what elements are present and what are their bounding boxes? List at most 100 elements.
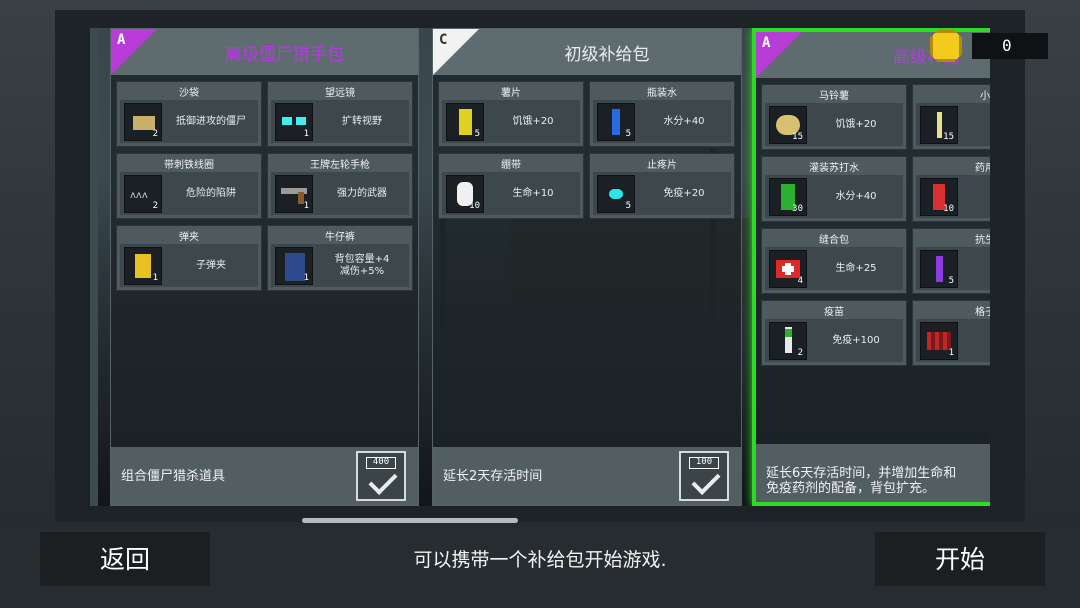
pack-item: 抗生 5 免 [912, 228, 990, 294]
antibiotic-icon: 5 [920, 250, 958, 288]
pack-footer: 组合僵尸猎杀道具 400 [111, 447, 418, 505]
pack-item: 弹夹 1 子弹夹 [116, 225, 262, 291]
pack-item: 止疼片 5 免疫+20 [589, 153, 735, 219]
pack-card-zombie-hunter[interactable]: A 高级僵尸猎手包 沙袋 2 抵御进攻的僵尸 望远镜 1 扩转视野 带刺铁线圈 … [110, 28, 419, 506]
item-name: 带刺铁线圈 [164, 160, 214, 171]
pack-card-basic-supply[interactable]: C 初级补给包 薯片 5 饥饿+20 瓶装水 5 水分+40 绷带 10 生命+… [432, 28, 742, 506]
pack-card-advanced-supply[interactable]: A 高级补给 马铃薯 15 饥饿+20 小 15 饥 灌装苏打水 [752, 28, 990, 506]
pack-item: 药用 10 生 [912, 156, 990, 222]
item-name: 沙袋 [179, 88, 199, 99]
checkmark-icon [691, 466, 721, 495]
item-count: 30 [792, 204, 803, 214]
previous-pack-edge[interactable] [90, 28, 98, 506]
item-desc: 危险的陷阱 [186, 187, 236, 199]
item-name: 药用 [975, 163, 990, 174]
item-count: 2 [152, 201, 158, 211]
bandage-icon: 10 [446, 175, 484, 213]
item-count: 15 [792, 132, 803, 142]
pack-price: 100 [695, 457, 713, 467]
item-desc: 生命+10 [512, 187, 554, 199]
pack-price: 400 [372, 457, 390, 467]
item-count: 2 [797, 348, 803, 358]
rank-letter: C [439, 32, 448, 48]
pack-footer: 延长6天存活时间，并增加生命和 免疫药剂的配备，背包扩充。 [756, 444, 990, 502]
item-name: 疫苗 [824, 307, 844, 318]
pack-item: 马铃薯 15 饥饿+20 [761, 84, 907, 150]
ammo-clip-icon: 1 [124, 247, 162, 285]
pack-item: 沙袋 2 抵御进攻的僵尸 [116, 81, 262, 147]
item-desc: 饥 [962, 103, 990, 146]
pack-item: 瓶装水 5 水分+40 [589, 81, 735, 147]
pack-carousel[interactable]: A 高级僵尸猎手包 沙袋 2 抵御进攻的僵尸 望远镜 1 扩转视野 带刺铁线圈 … [90, 28, 990, 506]
item-desc: 水分+40 [663, 115, 705, 127]
barbed-wire-icon: ʌʌʌ 2 [124, 175, 162, 213]
start-button-label: 开始 [934, 545, 985, 574]
jeans-icon: 1 [275, 247, 313, 285]
painkiller-icon: 5 [597, 175, 635, 213]
back-button[interactable]: 返回 [40, 532, 210, 586]
potato-icon: 15 [769, 106, 807, 144]
pack-footer: 延长2天存活时间 100 [433, 447, 741, 505]
pack-header: A 高级僵尸猎手包 [111, 29, 418, 75]
item-name: 望远镜 [325, 88, 355, 99]
pack-description: 组合僵尸猎杀道具 [121, 469, 226, 484]
item-desc: 背包容量+4 减伤+5% [334, 253, 390, 277]
pack-item: 绷带 10 生命+10 [438, 153, 584, 219]
select-pack-button[interactable]: 100 [679, 451, 729, 501]
item-count: 1 [303, 129, 309, 139]
item-count: 15 [943, 132, 954, 142]
first-aid-kit-icon: 4 [769, 250, 807, 288]
hint-text: 可以携带一个补给包开始游戏. [413, 549, 667, 571]
item-count: 1 [303, 273, 309, 283]
pack-item: 小 15 饥 [912, 84, 990, 150]
pack-item: 缝合包 4 生命+25 [761, 228, 907, 294]
pack-header: C 初级补给包 [433, 29, 741, 75]
item-count: 1 [303, 201, 309, 211]
item-name: 止疼片 [647, 160, 677, 171]
checkmark-icon [368, 466, 398, 495]
item-count: 5 [625, 201, 631, 211]
item-desc: 免 [962, 247, 990, 290]
select-pack-button[interactable]: 400 [356, 451, 406, 501]
item-count: 5 [474, 129, 480, 139]
item-name: 弹夹 [179, 232, 199, 243]
item-count: 1 [948, 348, 954, 358]
item-desc: 生 [962, 175, 990, 218]
pack-item: 带刺铁线圈 ʌʌʌ 2 危险的陷阱 [116, 153, 262, 219]
item-count: 5 [948, 276, 954, 286]
pack-item: 格子 1 背 减 [912, 300, 990, 366]
item-desc: 扩转视野 [342, 115, 382, 127]
coin-icon [930, 30, 962, 62]
pack-title: 初级补给包 [564, 45, 650, 65]
item-desc: 水分+40 [835, 190, 877, 202]
pack-item: 王牌左轮手枪 1 强力的武器 [267, 153, 413, 219]
start-button[interactable]: 开始 [875, 532, 1045, 586]
item-desc: 免疫+20 [663, 187, 705, 199]
item-desc: 饥饿+20 [835, 118, 877, 130]
chips-icon: 5 [446, 103, 484, 141]
pack-item: 灌装苏打水 30 水分+40 [761, 156, 907, 222]
item-count: 10 [469, 201, 480, 211]
item-name: 薯片 [501, 88, 521, 99]
back-button-label: 返回 [99, 545, 150, 574]
item-name: 格子 [975, 307, 990, 318]
coin-count: 0 [972, 33, 1048, 59]
medicine-icon: 10 [920, 178, 958, 216]
item-name: 抗生 [975, 235, 990, 246]
item-desc: 抵御进攻的僵尸 [176, 115, 246, 127]
binoculars-icon: 1 [275, 103, 313, 141]
revolver-icon: 1 [275, 175, 313, 213]
rank-letter: A [117, 32, 126, 48]
item-desc: 饥饿+20 [512, 115, 554, 127]
item-name: 小 [980, 91, 990, 102]
pack-item: 牛仔裤 1 背包容量+4 减伤+5% [267, 225, 413, 291]
pack-item: 薯片 5 饥饿+20 [438, 81, 584, 147]
item-count: 4 [797, 276, 803, 286]
item-name: 王牌左轮手枪 [310, 160, 370, 171]
item-desc: 背 减 [962, 319, 990, 362]
item-count: 5 [625, 129, 631, 139]
item-name: 灌装苏打水 [809, 163, 859, 174]
item-desc: 免疫+100 [832, 334, 880, 346]
coin-counter: 0 [930, 30, 1048, 62]
carousel-scrollbar[interactable] [302, 518, 518, 523]
